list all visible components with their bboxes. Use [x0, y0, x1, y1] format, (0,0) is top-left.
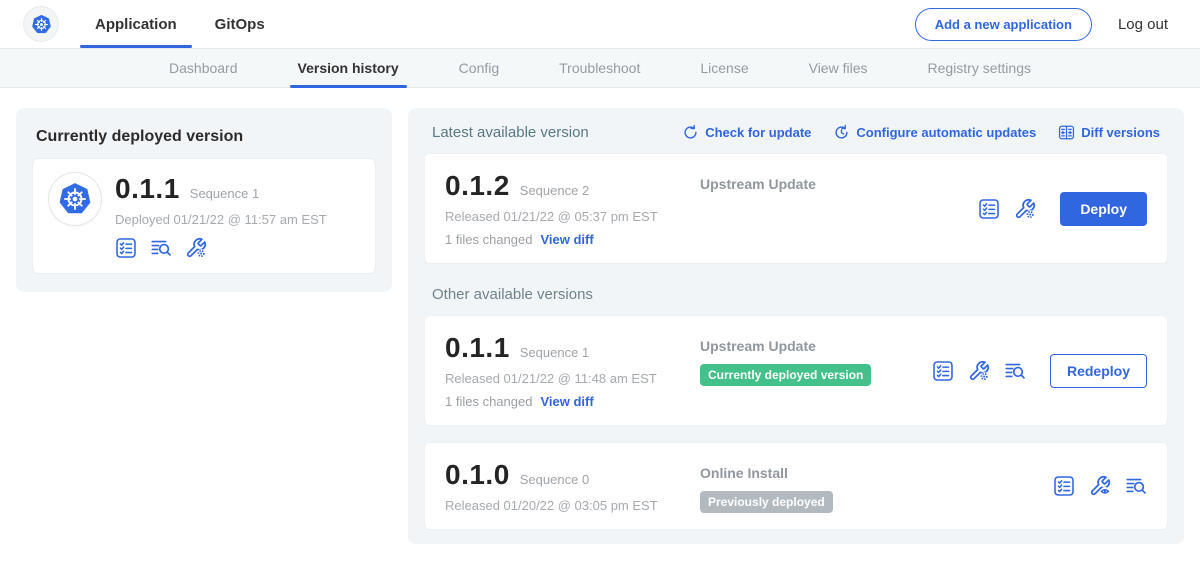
diff-versions-link[interactable]: Diff versions: [1058, 124, 1160, 141]
version-history-page: Currently deployed version 0.1.1 Sequenc…: [0, 88, 1200, 544]
released-timestamp: Released 01/21/22 @ 11:48 am EST: [445, 371, 700, 386]
version-number: 0.1.2: [445, 170, 510, 202]
kubernetes-logo-icon[interactable]: [24, 7, 58, 41]
deployed-timestamp: Deployed 01/21/22 @ 11:57 am EST: [115, 212, 327, 227]
currently-deployed-panel: Currently deployed version 0.1.1 Sequenc…: [16, 108, 392, 292]
config-wrench-gear-icon[interactable]: [968, 360, 990, 382]
config-wrench-gear-icon[interactable]: [185, 237, 207, 259]
auto-update-clock-icon: [833, 124, 850, 141]
version-number: 0.1.0: [445, 459, 510, 491]
version-card-0-1-0: 0.1.0 Sequence 0 Released 01/20/22 @ 03:…: [424, 442, 1168, 530]
released-timestamp: Released 01/21/22 @ 05:37 pm EST: [445, 209, 700, 224]
available-versions-panel: Latest available version Check for updat…: [408, 108, 1184, 544]
tab-application[interactable]: Application: [80, 0, 192, 48]
other-versions-title: Other available versions: [424, 264, 1168, 315]
subnav-view-files[interactable]: View files: [793, 49, 884, 87]
latest-available-title: Latest available version: [432, 124, 589, 141]
app-sub-nav: Dashboard Version history Config Trouble…: [0, 48, 1200, 88]
add-application-button[interactable]: Add a new application: [915, 8, 1092, 41]
diff-versions-label: Diff versions: [1081, 125, 1160, 140]
deployed-panel-title: Currently deployed version: [32, 124, 376, 158]
subnav-config[interactable]: Config: [443, 49, 515, 87]
sequence-label: Sequence 1: [520, 345, 589, 360]
redeploy-button[interactable]: Redeploy: [1050, 354, 1147, 388]
diff-icon: [1058, 124, 1075, 141]
top-nav: Application GitOps Add a new application…: [0, 0, 1200, 48]
config-wrench-gear-icon[interactable]: [1014, 198, 1036, 220]
subnav-version-history[interactable]: Version history: [282, 49, 415, 87]
refresh-icon: [682, 124, 699, 141]
subnav-troubleshoot[interactable]: Troubleshoot: [543, 49, 656, 87]
currently-deployed-badge: Currently deployed version: [700, 364, 871, 386]
logout-button[interactable]: Log out: [1118, 16, 1168, 33]
release-notes-search-icon[interactable]: [150, 237, 172, 259]
version-source-label: Upstream Update: [700, 176, 978, 192]
configure-automatic-updates-label: Configure automatic updates: [856, 125, 1036, 140]
deployed-sequence-label: Sequence 1: [190, 186, 259, 201]
version-source-label: Upstream Update: [700, 338, 932, 354]
version-source-label: Online Install: [700, 465, 1053, 481]
configure-automatic-updates-link[interactable]: Configure automatic updates: [833, 124, 1036, 141]
release-notes-search-icon[interactable]: [1125, 475, 1147, 497]
subnav-dashboard[interactable]: Dashboard: [153, 49, 254, 87]
deployed-version-number: 0.1.1: [115, 173, 180, 205]
version-card-0-1-1: 0.1.1 Sequence 1 Released 01/21/22 @ 11:…: [424, 315, 1168, 426]
view-diff-link[interactable]: View diff: [540, 394, 593, 409]
check-for-update-label: Check for update: [705, 125, 811, 140]
subnav-license[interactable]: License: [684, 49, 764, 87]
released-timestamp: Released 01/20/22 @ 03:05 pm EST: [445, 498, 700, 513]
checklist-icon[interactable]: [932, 360, 954, 382]
tab-gitops[interactable]: GitOps: [200, 0, 280, 48]
checklist-icon[interactable]: [115, 237, 137, 259]
files-changed-label: 1 files changed: [445, 232, 532, 247]
previously-deployed-badge: Previously deployed: [700, 491, 833, 513]
sequence-label: Sequence 2: [520, 183, 589, 198]
check-for-update-link[interactable]: Check for update: [682, 124, 811, 141]
version-card-0-1-2: 0.1.2 Sequence 2 Released 01/21/22 @ 05:…: [424, 153, 1168, 264]
subnav-registry-settings[interactable]: Registry settings: [912, 49, 1047, 87]
config-wrench-eye-icon[interactable]: [1089, 475, 1111, 497]
files-changed-label: 1 files changed: [445, 394, 532, 409]
sequence-label: Sequence 0: [520, 472, 589, 487]
checklist-icon[interactable]: [1053, 475, 1075, 497]
release-notes-search-icon[interactable]: [1004, 360, 1026, 382]
version-number: 0.1.1: [445, 332, 510, 364]
checklist-icon[interactable]: [978, 198, 1000, 220]
view-diff-link[interactable]: View diff: [540, 232, 593, 247]
app-kubernetes-logo-icon: [49, 173, 101, 225]
deploy-button[interactable]: Deploy: [1060, 192, 1147, 226]
deployed-version-card: 0.1.1 Sequence 1 Deployed 01/21/22 @ 11:…: [32, 158, 376, 274]
